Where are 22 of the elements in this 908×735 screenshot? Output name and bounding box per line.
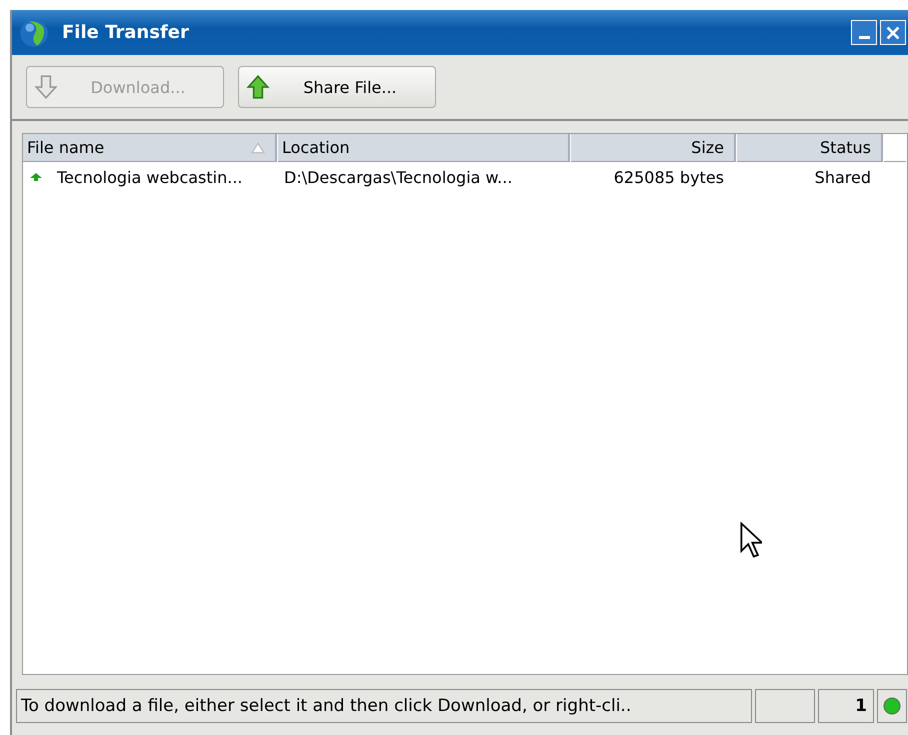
- window-title: File Transfer: [62, 22, 190, 43]
- column-header[interactable]: Location: [278, 134, 570, 162]
- table-cell: 625085 bytes: [614, 168, 724, 186]
- column-header[interactable]: Status: [737, 134, 883, 162]
- minimize-button[interactable]: [851, 20, 877, 45]
- status-message: To download a file, either select it and then click Download, or right-cli..: [16, 689, 752, 723]
- column-header[interactable]: Size: [571, 134, 736, 162]
- column-header[interactable]: File name: [23, 134, 277, 162]
- minimize-icon: [858, 36, 870, 39]
- status-panel: [755, 689, 815, 723]
- upload-arrow-icon: [29, 172, 43, 182]
- mouse-cursor-icon: [740, 522, 762, 558]
- close-button[interactable]: [880, 20, 906, 45]
- sort-icon: [251, 142, 265, 154]
- up-arrow-icon: [245, 74, 271, 100]
- share-button[interactable]: Share File...: [238, 66, 436, 108]
- globe-icon: [18, 16, 50, 48]
- down-arrow-icon: [33, 74, 59, 100]
- status-count: 1: [818, 689, 874, 723]
- table-cell: D:\Descargas\Tecnologia w...: [284, 168, 512, 186]
- table-cell: Shared: [814, 168, 871, 186]
- table-cell: Tecnologia webcastin...: [57, 168, 242, 186]
